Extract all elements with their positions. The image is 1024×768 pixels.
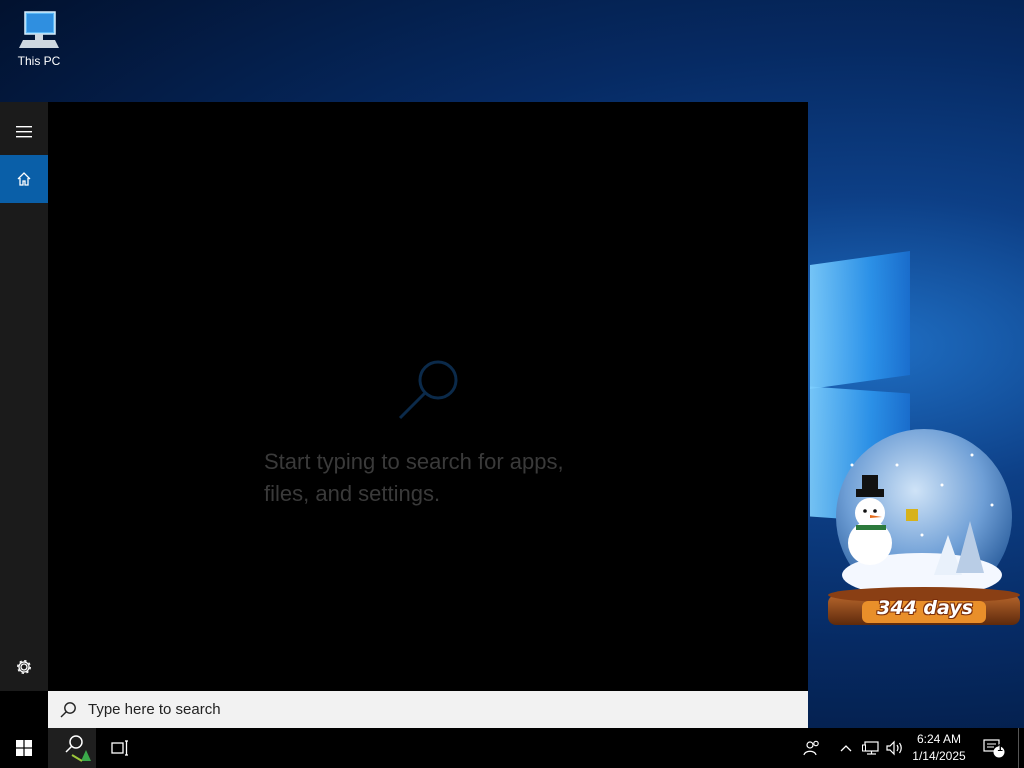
search-box[interactable] (48, 691, 808, 728)
days-counter: 344 days (877, 597, 973, 619)
search-icon (60, 701, 76, 717)
volume-button[interactable] (884, 728, 906, 768)
taskbar: 6:24 AM 1/14/2025 1 (0, 728, 1024, 768)
home-icon (17, 172, 31, 186)
people-button[interactable] (800, 728, 824, 768)
network-button[interactable] (860, 728, 882, 768)
clock-date: 1/14/2025 (912, 749, 966, 763)
show-desktop-divider[interactable] (1018, 728, 1019, 768)
search-hint-line: Start typing to search for apps, (264, 449, 564, 474)
nav-rail (0, 102, 48, 691)
notification-badge: 1 (997, 743, 1003, 754)
desktop-icon-label: This PC (17, 54, 61, 68)
show-hidden-icons-button[interactable] (836, 728, 856, 768)
search-panel: Start typing to search for apps, files, … (0, 102, 808, 728)
search-hint-line: files, and settings. (264, 481, 441, 506)
start-icon (16, 740, 32, 756)
menu-button[interactable] (0, 108, 48, 156)
people-icon (803, 740, 819, 756)
search-hint-icon (398, 360, 458, 420)
wallpaper-beam (810, 250, 910, 390)
start-button[interactable] (0, 728, 48, 768)
taskbar-search-button[interactable] (48, 728, 96, 768)
network-icon (862, 741, 879, 755)
desktop-icon-this-pc[interactable]: This PC (8, 8, 70, 68)
volume-icon (886, 740, 902, 756)
gear-icon (17, 660, 31, 674)
task-view-icon (111, 740, 128, 756)
task-view-button[interactable] (96, 728, 144, 768)
computer-icon (19, 11, 59, 48)
hamburger-icon (16, 126, 32, 138)
clock[interactable]: 6:24 AM 1/14/2025 (906, 731, 972, 765)
home-button[interactable] (0, 155, 48, 203)
clock-time: 6:24 AM (916, 732, 962, 746)
settings-button[interactable] (0, 643, 48, 691)
search-hint-text: Start typing to search for apps, files, … (264, 446, 624, 510)
snow-globe-widget[interactable]: 344 days (822, 425, 1022, 645)
chevron-up-icon (840, 745, 852, 752)
action-center-button[interactable]: 1 (980, 728, 1008, 768)
search-input[interactable] (88, 701, 768, 718)
search-icon (65, 735, 91, 762)
